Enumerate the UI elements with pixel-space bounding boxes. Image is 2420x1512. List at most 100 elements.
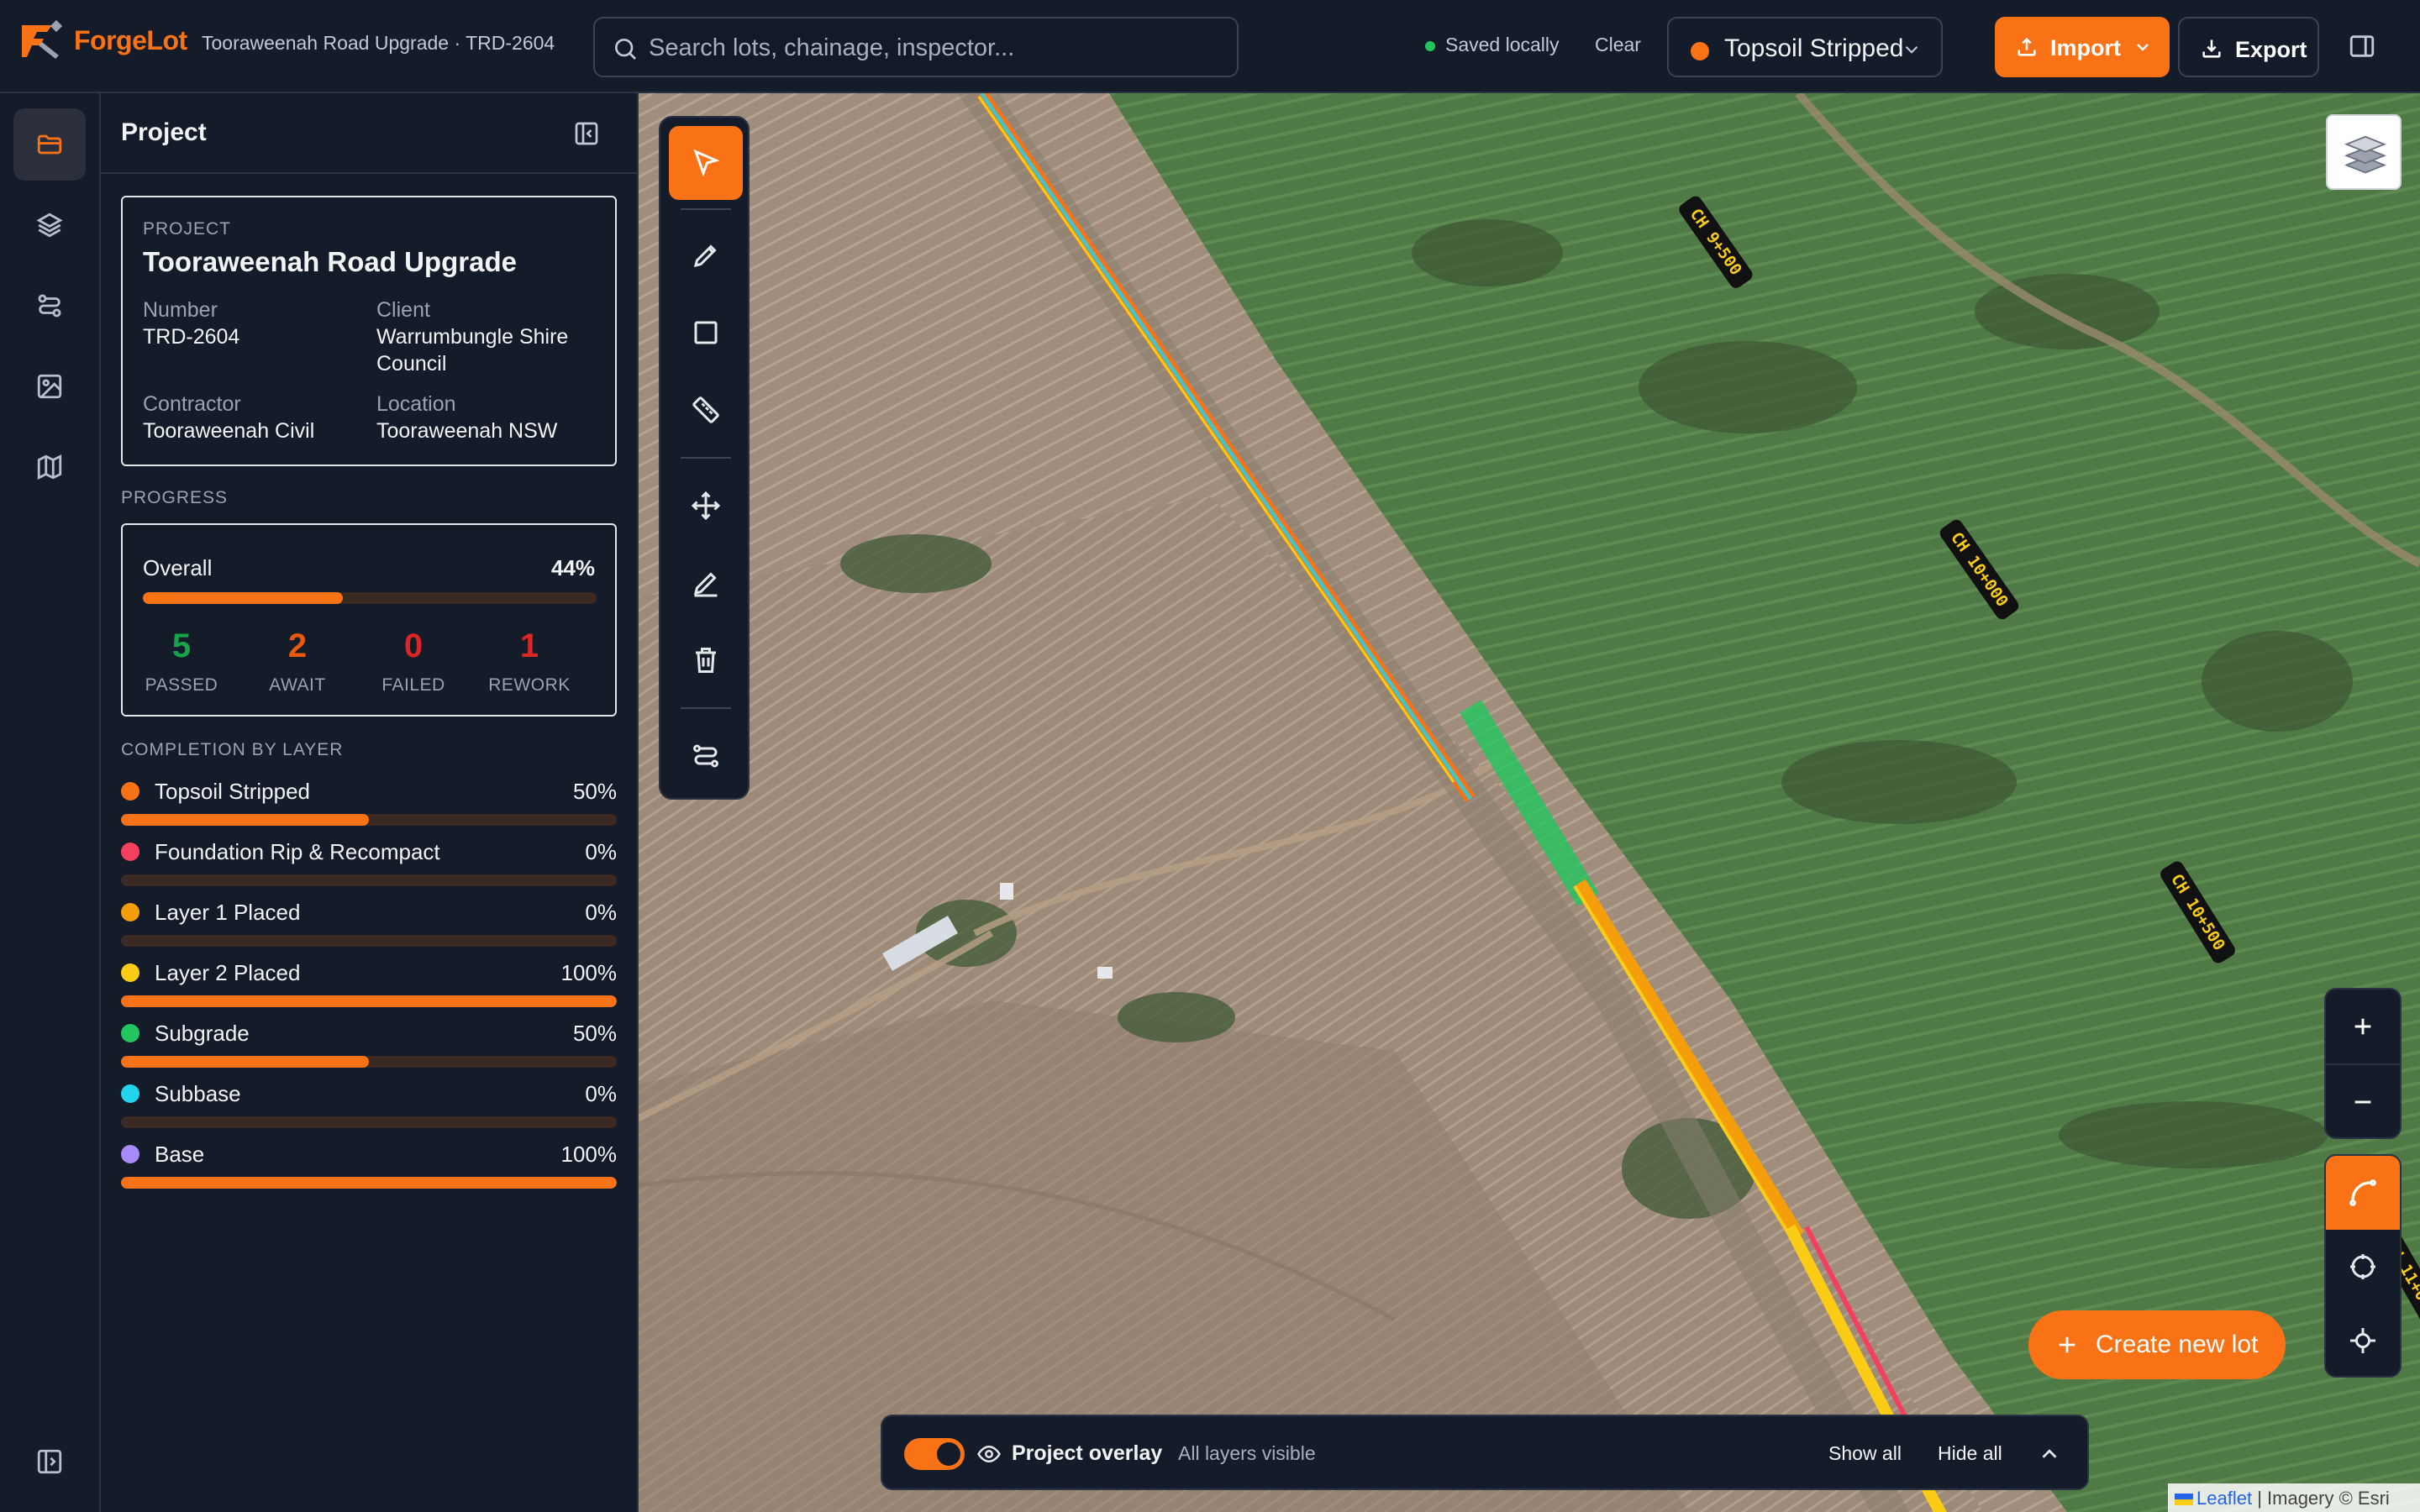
number-value: TRD-2604 bbox=[143, 325, 240, 349]
imagery-attribution: | Imagery © Esri bbox=[2257, 1488, 2390, 1509]
client-value-line2: Council bbox=[376, 352, 447, 375]
workflow-icon bbox=[38, 294, 61, 318]
rail-item-map[interactable] bbox=[13, 431, 86, 503]
basemap-layers-control[interactable] bbox=[2326, 114, 2402, 190]
collapse-panel-icon[interactable] bbox=[573, 120, 600, 147]
search-box[interactable] bbox=[593, 17, 1239, 77]
client-label: Client bbox=[376, 298, 430, 322]
select-tool[interactable] bbox=[669, 126, 743, 200]
right-panel-toggle-icon[interactable] bbox=[2348, 32, 2376, 60]
locate-button[interactable] bbox=[2326, 1230, 2400, 1304]
layer-percent: 100% bbox=[560, 960, 618, 985]
move-tool[interactable] bbox=[669, 469, 743, 543]
edit-tool[interactable] bbox=[669, 546, 743, 620]
completion-section-label: COMPLETION BY LAYER bbox=[121, 740, 344, 759]
map-canvas[interactable]: CH 9+500 CH 10+000 CH 10+500 CH 11+000 bbox=[639, 93, 2420, 1512]
stat-failed-value: 0 bbox=[403, 627, 424, 664]
layer-row[interactable]: Layer 1 Placed 0% bbox=[121, 898, 617, 948]
ruler-icon bbox=[692, 396, 719, 423]
active-layer-select[interactable]: Topsoil Stripped bbox=[1667, 17, 1943, 77]
location-value: Tooraweenah NSW bbox=[376, 419, 558, 443]
folder-icon bbox=[37, 134, 62, 155]
create-new-lot-button[interactable]: Create new lot bbox=[2028, 1310, 2286, 1379]
layer-row[interactable]: Foundation Rip & Recompact 0% bbox=[121, 837, 617, 888]
layer-color-dot bbox=[121, 1145, 139, 1163]
layer-progress-bar bbox=[121, 874, 617, 886]
layer-row[interactable]: Topsoil Stripped 50% bbox=[121, 777, 617, 827]
left-rail bbox=[0, 93, 101, 1512]
toggle-knob bbox=[937, 1442, 960, 1466]
crosshair-button[interactable] bbox=[2326, 1304, 2400, 1376]
export-button[interactable]: Export bbox=[2178, 17, 2319, 77]
project-info-card: PROJECT Tooraweenah Road Upgrade Number … bbox=[121, 196, 617, 466]
layer-row[interactable]: Layer 2 Placed 100% bbox=[121, 958, 617, 1009]
stat-rework-value: 1 bbox=[519, 627, 539, 664]
chevron-down-icon bbox=[2137, 44, 2149, 51]
project-overlay-bar: Project overlay All layers visible Show … bbox=[881, 1415, 2089, 1490]
show-all-button[interactable]: Show all bbox=[1828, 1442, 1902, 1465]
rail-item-layers[interactable] bbox=[13, 189, 86, 261]
rectangle-tool[interactable] bbox=[669, 296, 743, 370]
layer-name: Layer 1 Placed bbox=[155, 900, 301, 925]
search-input[interactable] bbox=[649, 29, 1220, 67]
route-icon bbox=[693, 744, 718, 768]
zoom-in-button[interactable] bbox=[2326, 990, 2400, 1063]
export-button-label: Export bbox=[2235, 37, 2307, 62]
alignment-tool[interactable] bbox=[669, 719, 743, 793]
layer-name: Topsoil Stripped bbox=[155, 779, 310, 804]
saved-status-dot bbox=[1425, 41, 1435, 51]
layer-row[interactable]: Base 100% bbox=[121, 1140, 617, 1190]
draw-tool[interactable] bbox=[669, 218, 743, 292]
saved-status: Saved locally bbox=[1445, 34, 1560, 55]
rail-item-images[interactable] bbox=[13, 350, 86, 423]
progress-card: Overall 44% 5 PASSED 2 AWAIT 0 FAILED 1 … bbox=[121, 523, 617, 717]
navigation-controls bbox=[2324, 1154, 2402, 1378]
stat-passed-value: 5 bbox=[171, 627, 192, 664]
image-icon bbox=[37, 374, 62, 399]
stat-rework: 1 REWORK bbox=[479, 627, 580, 696]
pencil-icon bbox=[693, 244, 717, 268]
project-section-label: PROJECT bbox=[143, 219, 232, 239]
rail-item-project[interactable] bbox=[13, 108, 86, 181]
layer-progress-bar bbox=[121, 814, 617, 826]
top-bar: ForgeLot Tooraweenah Road Upgrade · TRD-… bbox=[0, 0, 2420, 93]
import-button[interactable]: Import bbox=[1995, 17, 2170, 77]
stat-await-label: AWAIT bbox=[269, 675, 326, 695]
layers-icon bbox=[36, 213, 63, 238]
upload-icon bbox=[2018, 37, 2036, 56]
layer-name: Layer 2 Placed bbox=[155, 960, 301, 985]
leaflet-link[interactable]: Leaflet bbox=[2196, 1488, 2252, 1509]
toolbar-divider bbox=[681, 707, 731, 709]
rail-item-workflow[interactable] bbox=[13, 270, 86, 342]
zoom-out-button[interactable] bbox=[2326, 1065, 2400, 1139]
target-icon bbox=[2350, 1254, 2375, 1279]
overlay-toggle[interactable] bbox=[904, 1438, 965, 1470]
layer-color-dot bbox=[121, 843, 139, 861]
map-icon bbox=[37, 454, 62, 480]
contractor-label: Contractor bbox=[143, 392, 241, 416]
search-icon bbox=[615, 39, 636, 60]
layer-row[interactable]: Subgrade 50% bbox=[121, 1019, 617, 1069]
download-icon bbox=[2202, 39, 2221, 58]
cursor-icon bbox=[693, 149, 720, 177]
layer-row[interactable]: Subbase 0% bbox=[121, 1079, 617, 1130]
follow-alignment-button[interactable] bbox=[2326, 1156, 2400, 1230]
overall-percent: 44% bbox=[550, 555, 595, 580]
layer-percent: 0% bbox=[585, 900, 617, 925]
chevron-up-icon[interactable] bbox=[2037, 1441, 2062, 1467]
measure-tool[interactable] bbox=[669, 373, 743, 447]
expand-sidebar-icon[interactable] bbox=[35, 1447, 64, 1476]
layer-progress-bar bbox=[121, 1177, 617, 1189]
project-subtitle: Tooraweenah Road Upgrade · TRD-2604 bbox=[202, 32, 555, 54]
layer-progress-bar bbox=[121, 1116, 617, 1128]
edit-icon bbox=[693, 572, 718, 597]
layer-percent: 0% bbox=[585, 1081, 617, 1106]
client-value-line1: Warrumbungle Shire bbox=[376, 325, 569, 349]
overall-progress-fill bbox=[143, 592, 343, 604]
hide-all-button[interactable]: Hide all bbox=[1938, 1442, 2002, 1465]
layer-name: Subgrade bbox=[155, 1021, 250, 1046]
clear-button[interactable]: Clear bbox=[1595, 34, 1641, 56]
plus-icon bbox=[2354, 1018, 2371, 1035]
layer-percent: 100% bbox=[560, 1142, 618, 1167]
delete-tool[interactable] bbox=[669, 623, 743, 697]
